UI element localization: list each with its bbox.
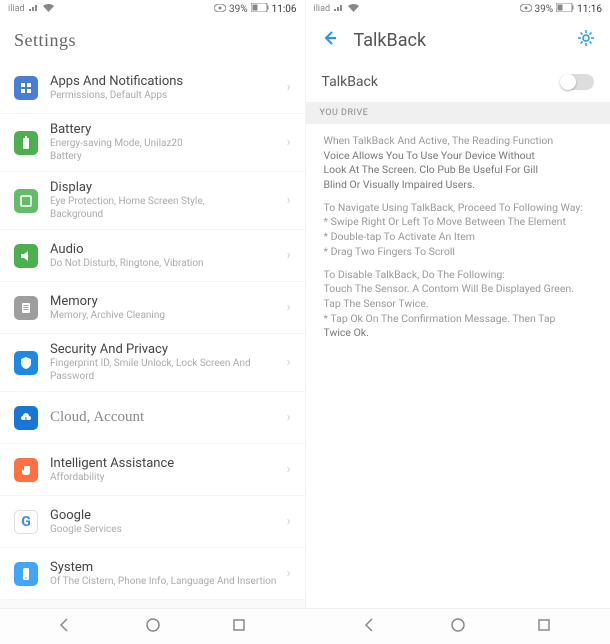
item-title: Audio <box>50 242 287 257</box>
battery-icon <box>556 3 574 15</box>
item-sub: Affordability <box>50 471 287 484</box>
cloud-icon <box>14 406 38 430</box>
page-title: TalkBack <box>354 30 427 51</box>
display-icon <box>14 189 38 213</box>
talkback-description: When TalkBack And Active, The Reading Fu… <box>306 124 610 359</box>
chevron-right-icon: › <box>287 410 291 425</box>
toggle-label: TalkBack <box>322 74 378 90</box>
item-title: Google <box>50 508 287 523</box>
item-sub: Of The Cistern, Phone Info, Language And… <box>50 575 287 588</box>
talkback-toggle-row: TalkBack <box>306 62 610 102</box>
hand-icon <box>14 458 38 482</box>
chevron-right-icon: › <box>287 248 291 263</box>
eye-comfort-icon <box>520 4 532 15</box>
settings-item-display[interactable]: Display Eye Protection, Home Screen Styl… <box>0 172 305 230</box>
chevron-right-icon: › <box>287 300 291 315</box>
battery-percent: 39% <box>229 4 248 15</box>
settings-header: Settings <box>0 18 305 62</box>
item-sub: Fingerprint ID, Smile Unlock, Lock Scree… <box>50 357 287 383</box>
chevron-right-icon: › <box>287 355 291 370</box>
nav-recent-button[interactable] <box>232 617 246 636</box>
chevron-right-icon: › <box>287 193 291 208</box>
chevron-right-icon: › <box>287 462 291 477</box>
apps-icon <box>14 76 38 100</box>
talkback-header: TalkBack <box>306 18 610 62</box>
item-sub: Eye Protection, Home Screen Style, <box>50 195 287 208</box>
item-title: Security And Privacy <box>50 342 287 357</box>
signal-icon <box>334 4 344 15</box>
chevron-right-icon: › <box>287 135 291 150</box>
status-bar: iliad 39% 11:06 <box>0 0 305 18</box>
carrier-label: iliad <box>314 4 331 14</box>
chevron-right-icon: › <box>287 514 291 529</box>
chevron-right-icon: › <box>287 566 291 581</box>
google-icon: G <box>14 510 38 534</box>
settings-item-system[interactable]: System Of The Cistern, Phone Info, Langu… <box>0 548 305 600</box>
audio-icon <box>14 244 38 268</box>
settings-gear-button[interactable] <box>576 28 596 52</box>
nav-back-button[interactable] <box>59 617 75 637</box>
battery-icon <box>251 3 269 15</box>
item-sub: Permissions, Default Apps <box>50 89 287 102</box>
system-icon <box>14 562 38 586</box>
memory-icon <box>14 296 38 320</box>
clock: 11:06 <box>272 4 297 15</box>
item-title: Display <box>50 180 287 195</box>
item-title: Cloud, Account <box>50 409 287 426</box>
wifi-icon <box>348 4 359 15</box>
settings-item-cloud[interactable]: Cloud, Account › <box>0 392 305 444</box>
battery-percent: 39% <box>535 4 554 15</box>
signal-icon <box>29 4 39 15</box>
eye-comfort-icon <box>214 4 226 15</box>
back-button[interactable] <box>320 28 340 52</box>
page-title: Settings <box>14 30 76 51</box>
settings-item-apps[interactable]: Apps And Notifications Permissions, Defa… <box>0 62 305 114</box>
settings-item-security[interactable]: Security And Privacy Fingerprint ID, Smi… <box>0 334 305 392</box>
chevron-right-icon: › <box>287 80 291 95</box>
carrier-label: iliad <box>8 4 25 14</box>
item-sub: Google Services <box>50 523 287 536</box>
settings-item-audio[interactable]: Audio Do Not Disturb, Ringtone, Vibratio… <box>0 230 305 282</box>
item-sub: Do Not Disturb, Ringtone, Vibration <box>50 257 287 270</box>
item-sub: Memory, Archive Cleaning <box>50 309 287 322</box>
talkback-toggle[interactable] <box>560 74 594 90</box>
navigation-bar <box>0 608 610 644</box>
settings-item-assistance[interactable]: Intelligent Assistance Affordability › <box>0 444 305 496</box>
battery-menu-icon <box>14 131 38 155</box>
status-bar: iliad 39% 11:16 <box>306 0 610 18</box>
item-title: Apps And Notifications <box>50 74 287 89</box>
settings-item-memory[interactable]: Memory Memory, Archive Cleaning › <box>0 282 305 334</box>
item-sub: Energy-saving Mode, Unilaz20 <box>50 137 287 150</box>
item-sub2: Background <box>50 208 287 221</box>
nav-back-button[interactable] <box>364 617 380 637</box>
settings-item-google[interactable]: G Google Google Services › <box>0 496 305 548</box>
item-title: Battery <box>50 122 287 137</box>
settings-item-battery[interactable]: Battery Energy-saving Mode, Unilaz20 Bat… <box>0 114 305 172</box>
item-title: Intelligent Assistance <box>50 456 287 471</box>
section-header: YOU DRIVE <box>306 102 610 124</box>
shield-icon <box>14 351 38 375</box>
nav-home-button[interactable] <box>450 617 466 637</box>
item-sub2: Battery <box>50 150 287 163</box>
item-title: System <box>50 560 287 575</box>
item-title: Memory <box>50 294 287 309</box>
clock: 11:16 <box>577 4 602 15</box>
wifi-icon <box>43 4 54 15</box>
nav-recent-button[interactable] <box>537 617 551 636</box>
nav-home-button[interactable] <box>145 617 161 637</box>
settings-list[interactable]: Apps And Notifications Permissions, Defa… <box>0 62 305 608</box>
